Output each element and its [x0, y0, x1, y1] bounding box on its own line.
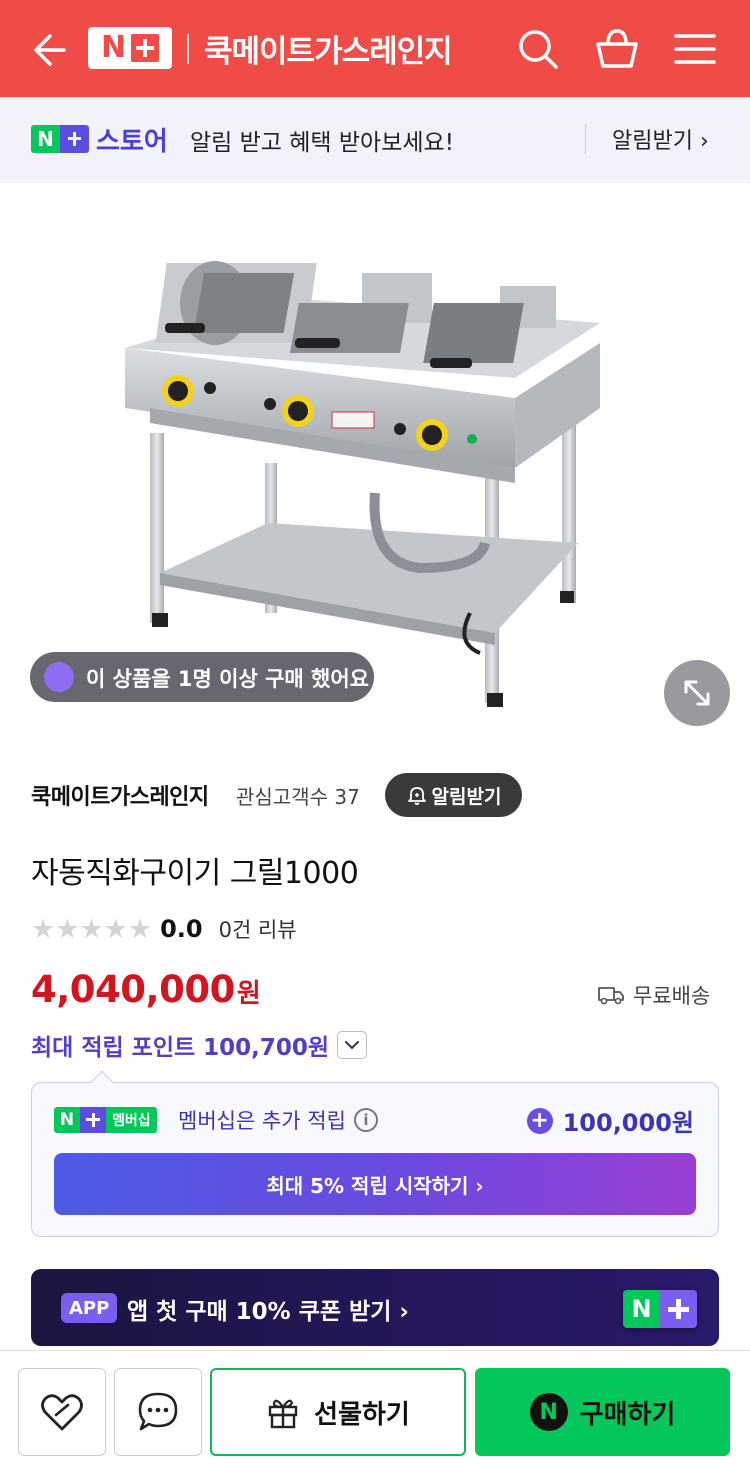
points-expand-button[interactable] — [337, 1031, 368, 1059]
bottom-action-bar: 선물하기 N 구매하기 — [0, 1350, 750, 1480]
price-unit: 원 — [236, 979, 261, 1009]
seller-name[interactable]: 쿡메이트가스레인지 — [31, 779, 209, 811]
arrow-left-icon — [34, 34, 66, 66]
app-tag: APP — [61, 1293, 118, 1323]
store-label: 스토어 — [96, 127, 168, 157]
membership-box: N 멤버십 멤버십은 추가 적립 i + 100,000원 최대 5% 적립 시… — [31, 1070, 719, 1237]
badge-n: N — [54, 1107, 80, 1133]
shopping-basket-icon — [596, 29, 638, 68]
cart-button[interactable] — [594, 26, 640, 72]
gift-button-label: 선물하기 — [314, 1399, 410, 1430]
store-name[interactable]: 쿡메이트가스레인지 — [204, 26, 453, 71]
star-icon: ★ — [31, 913, 56, 945]
chat-button[interactable] — [114, 1368, 202, 1456]
purchase-badge-text: 이 상품을 1명 이상 구매 했어요 — [86, 667, 370, 691]
expand-arrows-icon — [684, 680, 710, 706]
purchase-count-badge: 이 상품을 1명 이상 구매 했어요 — [30, 652, 374, 702]
back-button[interactable] — [24, 28, 68, 72]
logo-n: N — [100, 30, 127, 65]
buy-button[interactable]: N 구매하기 — [475, 1368, 730, 1456]
rating-score: 0.0 — [160, 915, 203, 943]
heart-icon — [41, 1394, 83, 1431]
shopping-bag-icon — [44, 662, 74, 692]
logo-plus — [660, 1290, 697, 1328]
alert-subscribe-link[interactable]: 알림받기 › — [612, 123, 709, 155]
follower-count: 관심고객수 37 — [236, 785, 360, 809]
naver-plus-logo[interactable]: N — [88, 27, 172, 69]
gift-button[interactable]: 선물하기 — [210, 1368, 466, 1456]
star-icon: ★ — [127, 913, 153, 945]
shipping-info: 무료배송 — [597, 980, 710, 1010]
review-count[interactable]: 0건 리뷰 — [219, 914, 297, 944]
naver-plus-badge: N — [31, 125, 89, 153]
store-alert-banner: N 스토어 알림 받고 혜택 받아보세요! 알림받기 › — [0, 97, 750, 183]
membership-text-label: 멤버십은 추가 적립 — [178, 1109, 346, 1133]
image-expand-button[interactable] — [664, 660, 730, 726]
box-pointer — [90, 1070, 114, 1094]
chat-bubble-icon — [138, 1392, 178, 1431]
rating-row[interactable]: ★ ★ ★ ★ ★ 0.0 0건 리뷰 — [31, 912, 297, 946]
bell-icon — [407, 787, 426, 805]
membership-start-button[interactable]: 최대 5% 적립 시작하기 › — [54, 1153, 696, 1215]
badge-plus — [60, 125, 89, 153]
max-points: 최대 적립 포인트 100,700원 — [31, 1028, 368, 1062]
alert-divider — [585, 124, 586, 154]
star-icon: ★ — [55, 913, 80, 945]
membership-badge: N 멤버십 — [54, 1107, 157, 1133]
alert-message: 알림 받고 혜택 받아보세요! — [190, 130, 454, 156]
badge-label: 멤버십 — [106, 1107, 157, 1133]
membership-bonus: + 100,000원 — [526, 1103, 694, 1138]
star-icon: ★ — [79, 913, 104, 945]
membership-bonus-amount: 100,000원 — [562, 1109, 694, 1137]
app-banner-text: 앱 첫 구매 10% 쿠폰 받기 › — [127, 1299, 409, 1325]
price: 4,040,000원 — [31, 968, 261, 1011]
logo-plus — [131, 34, 160, 62]
badge-n: N — [31, 125, 60, 153]
wishlist-button[interactable] — [18, 1368, 106, 1456]
buy-button-label: 구매하기 — [579, 1399, 676, 1430]
star-icon: ★ — [103, 913, 128, 945]
info-icon[interactable]: i — [353, 1108, 378, 1132]
hamburger-menu-icon — [674, 34, 716, 64]
naver-plus-logo: N — [623, 1290, 697, 1328]
header-divider — [187, 34, 189, 64]
gift-icon — [268, 1399, 298, 1429]
shipping-label: 무료배송 — [633, 984, 711, 1008]
price-number: 4,040,000 — [31, 968, 235, 1011]
chevron-down-icon — [345, 1041, 360, 1050]
truck-icon — [598, 987, 624, 1005]
search-icon — [519, 30, 558, 69]
star-rating: ★ ★ ★ ★ ★ — [31, 916, 152, 943]
top-header: N 쿡메이트가스레인지 — [0, 0, 750, 97]
follow-button-label: 알림받기 — [431, 785, 502, 808]
menu-button[interactable] — [672, 26, 718, 72]
logo-n: N — [623, 1290, 660, 1328]
max-points-text: 최대 적립 포인트 100,700원 — [31, 1035, 330, 1061]
search-button[interactable] — [515, 26, 561, 72]
follow-alert-button[interactable]: 알림받기 — [385, 773, 522, 817]
app-coupon-banner[interactable]: APP 앱 첫 구매 10% 쿠폰 받기 › N — [31, 1269, 719, 1346]
plus-circle-icon: + — [526, 1107, 553, 1134]
naver-pay-icon: N — [529, 1393, 568, 1431]
membership-text: 멤버십은 추가 적립 i — [178, 1105, 378, 1135]
product-title: 자동직화구이기 그릴1000 — [31, 856, 359, 891]
badge-plus — [80, 1107, 106, 1133]
